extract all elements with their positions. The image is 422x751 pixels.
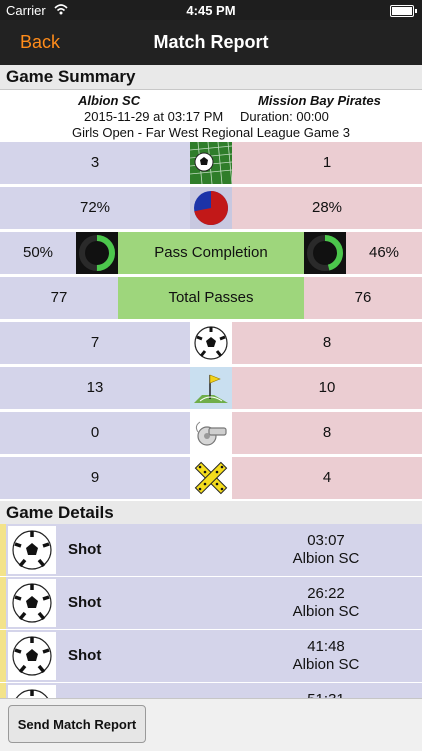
- event-team: Albion SC: [292, 656, 360, 673]
- soccer-ball-icon: [8, 526, 56, 574]
- soccer-ball-icon: [8, 632, 56, 680]
- away-offsides: 4: [232, 457, 422, 499]
- event-type: Shot: [68, 594, 102, 611]
- stat-row-total-passes: 77 Total Passes 76: [0, 277, 422, 319]
- away-total-passes: 76: [304, 277, 422, 319]
- corner-flag-icon: [190, 367, 232, 409]
- offside-sign-icon: [190, 457, 232, 499]
- match-info: Albion SC Mission Bay Pirates 2015-11-29…: [0, 90, 422, 142]
- event-type: Shot: [68, 647, 102, 664]
- event-time: 26:22: [307, 585, 345, 602]
- stat-row-fouls: 0 8: [0, 412, 422, 454]
- stat-row-shots: 7 8: [0, 322, 422, 364]
- goal-net-icon: [190, 142, 232, 184]
- away-pass-gauge-icon: [304, 232, 346, 274]
- away-goals: 1: [232, 142, 422, 184]
- event-time: 03:07: [307, 532, 345, 549]
- away-pass-completion: 46%: [346, 232, 422, 274]
- navigation-bar: Back Match Report: [0, 20, 422, 65]
- status-bar: Carrier 4:45 PM: [0, 0, 422, 20]
- home-total-passes: 77: [0, 277, 118, 319]
- soccer-ball-icon: [8, 579, 56, 627]
- home-corners: 13: [0, 367, 190, 409]
- stat-row-offsides: 9 4: [0, 457, 422, 499]
- game-details-title: Game Details: [6, 503, 114, 522]
- home-offsides: 9: [0, 457, 190, 499]
- match-duration: Duration: 00:00: [240, 109, 329, 124]
- send-match-report-button[interactable]: Send Match Report: [8, 705, 146, 743]
- stat-row-pass-completion: 50% Pass Completion 46%: [0, 232, 422, 274]
- home-team-name: Albion SC: [78, 93, 141, 108]
- event-strip: [0, 524, 6, 576]
- home-possession: 72%: [0, 187, 190, 229]
- game-summary-title: Game Summary: [6, 67, 136, 86]
- event-row[interactable]: Shot 26:22 Albion SC: [0, 577, 422, 629]
- away-possession: 28%: [232, 187, 422, 229]
- battery-icon: [390, 5, 417, 17]
- event-team: Albion SC: [292, 550, 360, 567]
- home-shots: 7: [0, 322, 190, 364]
- event-time: 41:48: [307, 638, 345, 655]
- match-date: 2015-11-29 at 03:17 PM: [84, 109, 224, 124]
- event-type: Shot: [68, 541, 102, 558]
- league-name: Girls Open - Far West Regional League Ga…: [72, 125, 350, 140]
- home-pass-completion: 50%: [0, 232, 76, 274]
- event-team: Albion SC: [292, 603, 360, 620]
- event-strip: [0, 630, 6, 682]
- game-summary-header: Game Summary: [0, 65, 422, 90]
- away-shots: 8: [232, 322, 422, 364]
- home-pass-gauge-icon: [76, 232, 118, 274]
- home-fouls: 0: [0, 412, 190, 454]
- stat-row-possession: 72% 28%: [0, 187, 422, 229]
- stat-row-corners: 13 10: [0, 367, 422, 409]
- page-title: Match Report: [153, 32, 269, 52]
- event-row[interactable]: Shot 03:07 Albion SC: [0, 524, 422, 576]
- event-row[interactable]: Shot 41:48 Albion SC: [0, 630, 422, 682]
- pass-completion-label: Pass Completion: [118, 232, 304, 274]
- possession-pie-icon: [190, 187, 232, 229]
- event-strip: [0, 577, 6, 629]
- away-team-name: Mission Bay Pirates: [258, 93, 381, 108]
- home-goals: 3: [0, 142, 190, 184]
- whistle-icon: [190, 412, 232, 454]
- soccer-ball-icon: [190, 322, 232, 364]
- bottom-toolbar: Send Match Report: [0, 698, 422, 751]
- stat-row-goals: 3 1: [0, 142, 422, 184]
- game-details-header: Game Details: [0, 501, 422, 526]
- away-fouls: 8: [232, 412, 422, 454]
- away-corners: 10: [232, 367, 422, 409]
- total-passes-label: Total Passes: [118, 277, 304, 319]
- status-time: 4:45 PM: [186, 3, 236, 18]
